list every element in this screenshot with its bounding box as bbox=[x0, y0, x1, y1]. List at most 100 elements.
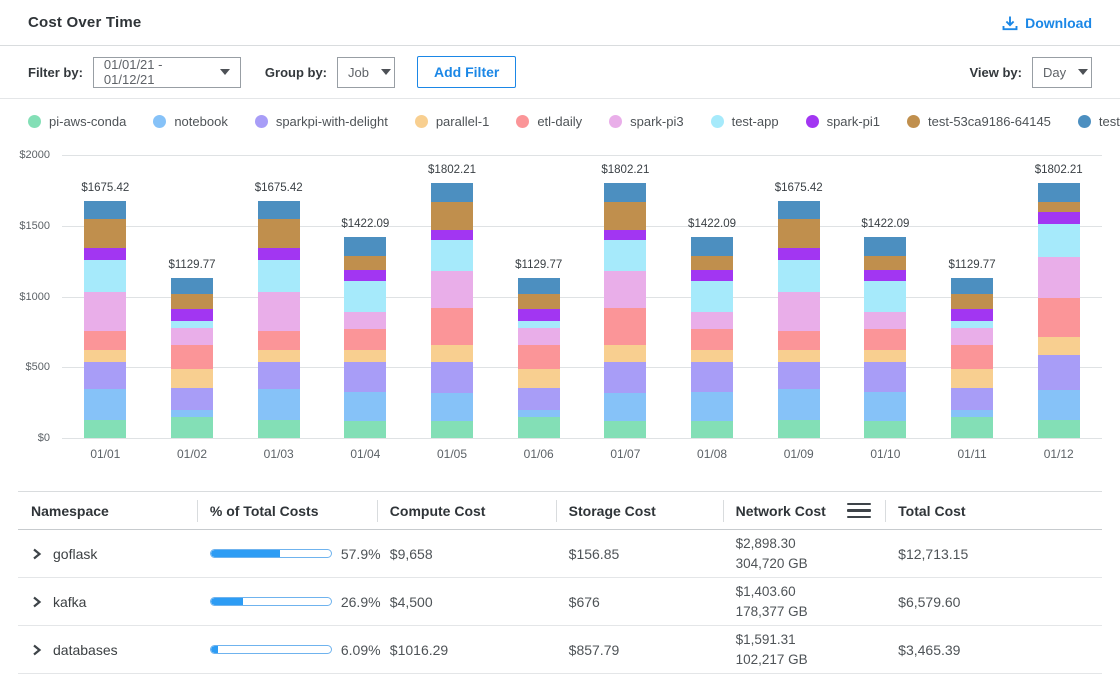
bar-segment-spark-pi1[interactable] bbox=[171, 309, 213, 322]
bar-segment-test-53ca9186-64145[interactable] bbox=[431, 202, 473, 230]
bar-segment-test-pkix[interactable] bbox=[691, 237, 733, 256]
column-header-pct-total-costs[interactable]: % of Total Costs bbox=[197, 492, 377, 529]
bar-segment-test-pkix[interactable] bbox=[258, 201, 300, 219]
column-menu-icon[interactable] bbox=[847, 503, 871, 519]
bar-segment-test-app[interactable] bbox=[1038, 224, 1080, 258]
add-filter-button[interactable]: Add Filter bbox=[417, 56, 516, 88]
bar-segment-pi-aws-conda[interactable] bbox=[1038, 420, 1080, 438]
stacked-bar-01/07[interactable] bbox=[604, 183, 646, 438]
bar-segment-spark-pi1[interactable] bbox=[864, 270, 906, 280]
bar-segment-etl-daily[interactable] bbox=[258, 331, 300, 350]
bar-segment-spark-pi3[interactable] bbox=[691, 312, 733, 329]
bar-segment-test-pkix[interactable] bbox=[951, 278, 993, 294]
bar-segment-test-pkix[interactable] bbox=[778, 201, 820, 219]
bar-segment-test-app[interactable] bbox=[431, 240, 473, 271]
bar-segment-etl-daily[interactable] bbox=[951, 345, 993, 369]
group-by-select[interactable]: Job bbox=[337, 57, 395, 88]
bar-segment-spark-pi1[interactable] bbox=[431, 230, 473, 240]
legend-item-pi-aws-conda[interactable]: pi-aws-conda bbox=[28, 114, 126, 129]
bar-segment-pi-aws-conda[interactable] bbox=[518, 417, 560, 438]
bar-segment-notebook[interactable] bbox=[431, 393, 473, 421]
bar-segment-test-53ca9186-64145[interactable] bbox=[778, 219, 820, 248]
bar-segment-notebook[interactable] bbox=[604, 393, 646, 421]
bar-segment-parallel-1[interactable] bbox=[691, 350, 733, 362]
bar-segment-test-pkix[interactable] bbox=[431, 183, 473, 202]
bar-segment-test-app[interactable] bbox=[171, 321, 213, 328]
bar-segment-test-53ca9186-64145[interactable] bbox=[518, 294, 560, 308]
legend-item-parallel-1[interactable]: parallel-1 bbox=[415, 114, 489, 129]
bar-segment-sparkpi-with-delight[interactable] bbox=[778, 362, 820, 389]
bar-segment-test-app[interactable] bbox=[778, 260, 820, 291]
bar-segment-sparkpi-with-delight[interactable] bbox=[258, 362, 300, 389]
bar-segment-spark-pi3[interactable] bbox=[431, 271, 473, 308]
bar-segment-test-pkix[interactable] bbox=[171, 278, 213, 294]
bar-segment-test-53ca9186-64145[interactable] bbox=[864, 256, 906, 271]
bar-segment-test-53ca9186-64145[interactable] bbox=[258, 219, 300, 248]
bar-segment-parallel-1[interactable] bbox=[258, 350, 300, 362]
stacked-bar-01/10[interactable] bbox=[864, 237, 906, 438]
bar-segment-sparkpi-with-delight[interactable] bbox=[864, 362, 906, 391]
bar-segment-sparkpi-with-delight[interactable] bbox=[604, 362, 646, 394]
date-range-select[interactable]: 01/01/21 - 01/12/21 bbox=[93, 57, 241, 88]
bar-segment-spark-pi3[interactable] bbox=[84, 292, 126, 331]
bar-segment-sparkpi-with-delight[interactable] bbox=[951, 388, 993, 410]
stacked-bar-01/08[interactable] bbox=[691, 237, 733, 438]
bar-segment-test-53ca9186-64145[interactable] bbox=[1038, 202, 1080, 212]
bar-segment-spark-pi1[interactable] bbox=[691, 270, 733, 280]
bar-segment-test-53ca9186-64145[interactable] bbox=[84, 219, 126, 248]
bar-segment-test-app[interactable] bbox=[604, 240, 646, 271]
bar-segment-test-53ca9186-64145[interactable] bbox=[604, 202, 646, 230]
legend-item-notebook[interactable]: notebook bbox=[153, 114, 228, 129]
column-header-namespace[interactable]: Namespace bbox=[18, 492, 197, 529]
bar-segment-pi-aws-conda[interactable] bbox=[691, 421, 733, 438]
bar-segment-test-app[interactable] bbox=[951, 321, 993, 328]
bar-segment-pi-aws-conda[interactable] bbox=[951, 417, 993, 438]
bar-segment-spark-pi1[interactable] bbox=[258, 248, 300, 260]
bar-segment-notebook[interactable] bbox=[518, 410, 560, 418]
bar-segment-notebook[interactable] bbox=[951, 410, 993, 418]
bar-segment-spark-pi1[interactable] bbox=[951, 309, 993, 322]
bar-segment-test-app[interactable] bbox=[518, 321, 560, 328]
bar-segment-test-pkix[interactable] bbox=[864, 237, 906, 256]
legend-item-test-pkix[interactable]: test-pkix bbox=[1078, 114, 1120, 129]
bar-segment-etl-daily[interactable] bbox=[864, 329, 906, 350]
bar-segment-pi-aws-conda[interactable] bbox=[344, 421, 386, 438]
column-header-total-cost[interactable]: Total Cost bbox=[885, 492, 1102, 529]
bar-segment-parallel-1[interactable] bbox=[778, 350, 820, 362]
bar-segment-etl-daily[interactable] bbox=[84, 331, 126, 350]
bar-segment-spark-pi3[interactable] bbox=[951, 328, 993, 345]
stacked-bar-01/03[interactable] bbox=[258, 201, 300, 438]
legend-item-spark-pi1[interactable]: spark-pi1 bbox=[806, 114, 880, 129]
bar-segment-pi-aws-conda[interactable] bbox=[864, 421, 906, 438]
legend-item-test-53ca9186-64145[interactable]: test-53ca9186-64145 bbox=[907, 114, 1051, 129]
bar-segment-sparkpi-with-delight[interactable] bbox=[1038, 355, 1080, 390]
bar-segment-spark-pi3[interactable] bbox=[258, 292, 300, 331]
bar-segment-spark-pi1[interactable] bbox=[84, 248, 126, 260]
bar-segment-notebook[interactable] bbox=[84, 389, 126, 420]
legend-item-etl-daily[interactable]: etl-daily bbox=[516, 114, 582, 129]
bar-segment-test-app[interactable] bbox=[864, 281, 906, 312]
stacked-bar-01/02[interactable] bbox=[171, 278, 213, 438]
namespace-expander-kafka[interactable]: kafka bbox=[18, 594, 197, 610]
bar-segment-pi-aws-conda[interactable] bbox=[778, 420, 820, 438]
bar-segment-sparkpi-with-delight[interactable] bbox=[431, 362, 473, 394]
bar-segment-notebook[interactable] bbox=[691, 392, 733, 421]
bar-segment-test-53ca9186-64145[interactable] bbox=[171, 294, 213, 308]
bar-segment-parallel-1[interactable] bbox=[864, 350, 906, 362]
bar-segment-parallel-1[interactable] bbox=[171, 369, 213, 388]
bar-segment-sparkpi-with-delight[interactable] bbox=[518, 388, 560, 410]
legend-item-spark-pi3[interactable]: spark-pi3 bbox=[609, 114, 683, 129]
stacked-bar-01/09[interactable] bbox=[778, 201, 820, 438]
bar-segment-test-app[interactable] bbox=[84, 260, 126, 291]
view-by-select[interactable]: Day bbox=[1032, 57, 1092, 88]
bar-segment-pi-aws-conda[interactable] bbox=[431, 421, 473, 438]
bar-segment-spark-pi1[interactable] bbox=[344, 270, 386, 280]
bar-segment-etl-daily[interactable] bbox=[171, 345, 213, 369]
bar-segment-parallel-1[interactable] bbox=[344, 350, 386, 362]
bar-segment-test-pkix[interactable] bbox=[518, 278, 560, 294]
bar-segment-test-pkix[interactable] bbox=[1038, 183, 1080, 202]
stacked-bar-01/05[interactable] bbox=[431, 183, 473, 438]
legend-item-sparkpi-with-delight[interactable]: sparkpi-with-delight bbox=[255, 114, 388, 129]
stacked-bar-01/04[interactable] bbox=[344, 237, 386, 438]
bar-segment-spark-pi3[interactable] bbox=[778, 292, 820, 331]
